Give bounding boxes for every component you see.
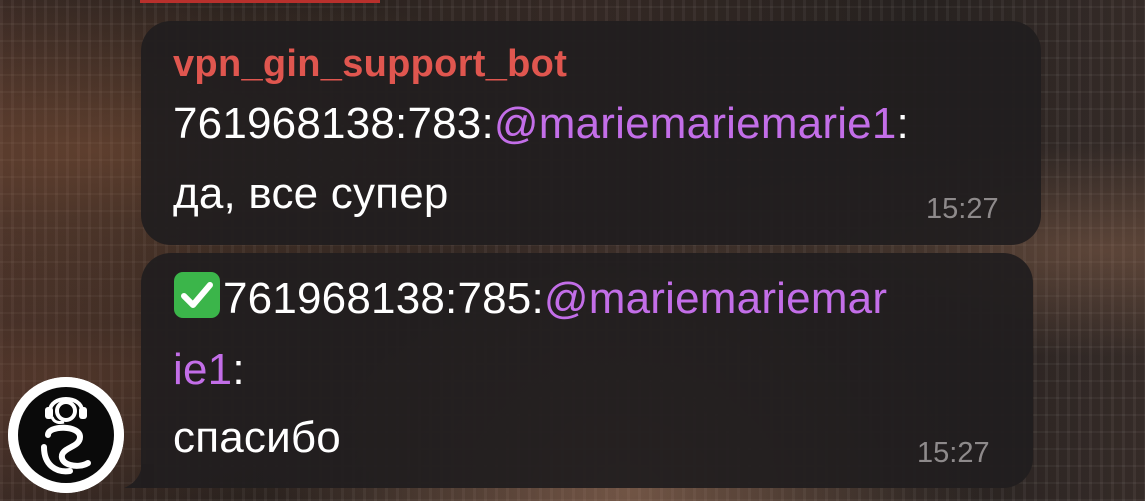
mention-link-continued[interactable]: ie1 xyxy=(173,345,232,394)
message-line: 761968138:783:@mariemariemarie1: xyxy=(173,99,909,149)
avatar[interactable] xyxy=(8,377,124,493)
user-id-text: 761968138:783: xyxy=(173,99,494,148)
top-accent-line xyxy=(140,0,380,3)
message-text: спасибо xyxy=(173,413,341,462)
message-time: 15:27 xyxy=(926,193,999,225)
mention-link[interactable]: @mariemariemar xyxy=(544,274,887,323)
message-text: да, все супер xyxy=(173,169,449,218)
message-bubble[interactable]: 761968138:785:@mariemariemar ie1: спасиб… xyxy=(141,253,1033,488)
user-id-text: 761968138:785: xyxy=(223,274,544,323)
check-mark-button-icon xyxy=(173,271,221,319)
colon-text: : xyxy=(232,345,245,394)
support-agent-headset-icon xyxy=(8,377,124,493)
message-line: ie1: xyxy=(173,345,245,395)
mention-link[interactable]: @mariemariemarie1 xyxy=(494,99,897,148)
bubble-tail xyxy=(124,464,154,488)
message-line: 761968138:785:@mariemariemar xyxy=(173,271,887,324)
message-time: 15:27 xyxy=(917,437,990,469)
colon-text: : xyxy=(896,99,909,148)
message-bubble[interactable]: vpn_gin_support_bot 761968138:783:@marie… xyxy=(141,21,1041,245)
sender-name[interactable]: vpn_gin_support_bot xyxy=(173,43,567,86)
